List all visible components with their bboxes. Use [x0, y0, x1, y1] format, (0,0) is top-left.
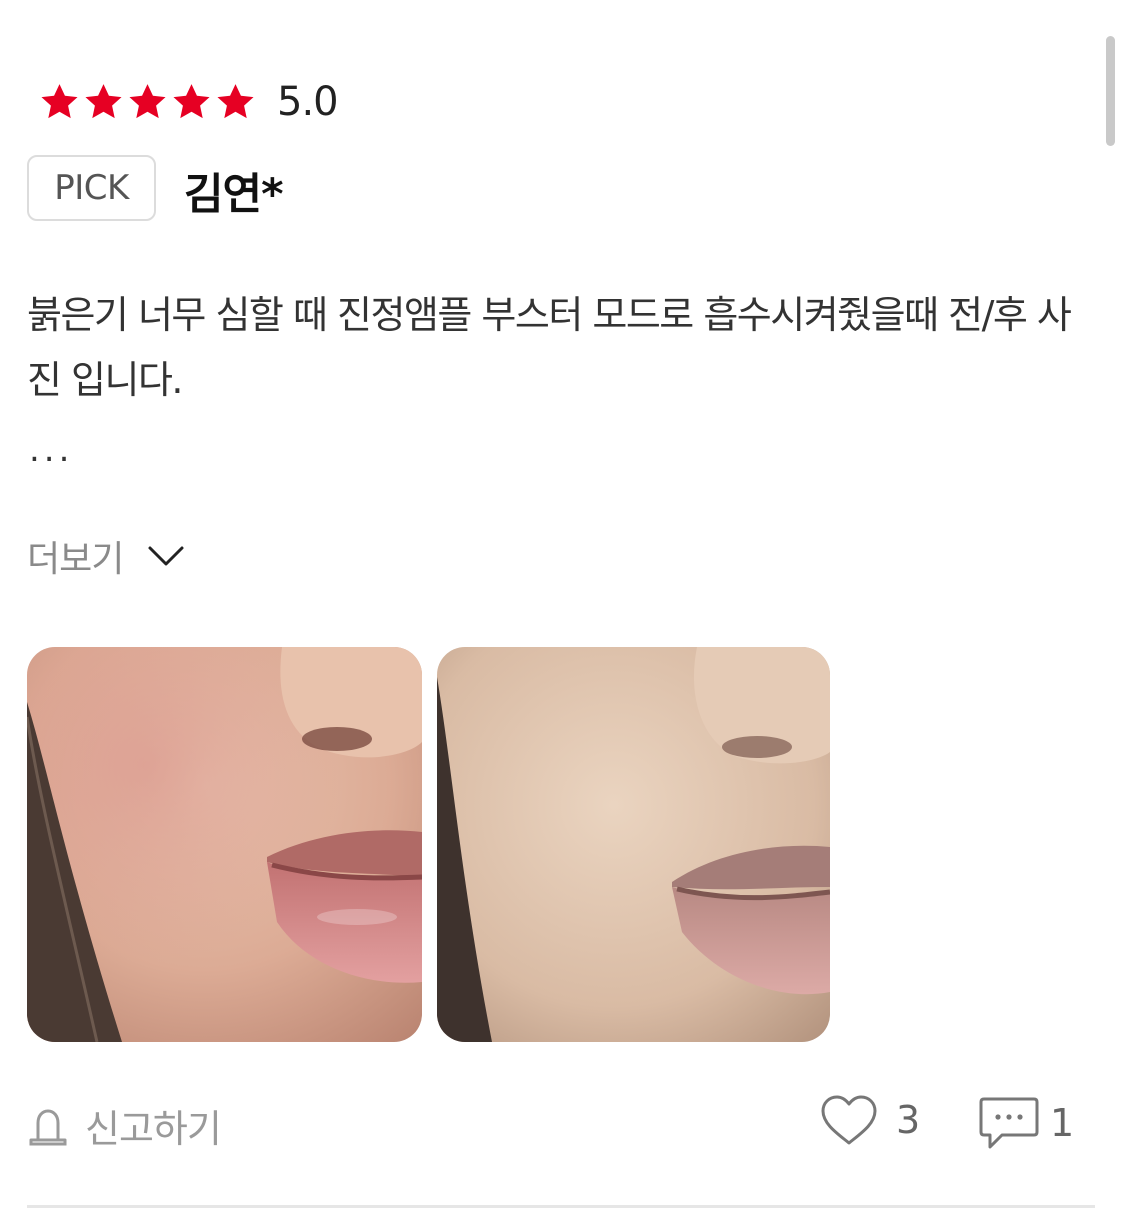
truncation-ellipsis: ... [29, 430, 74, 470]
report-button[interactable]: 신고하기 [27, 1098, 222, 1153]
before-photo[interactable] [27, 647, 422, 1042]
like-count: 3 [896, 1098, 921, 1142]
comment-count: 1 [1050, 1101, 1075, 1145]
like-button[interactable]: 3 [820, 1094, 920, 1146]
author-name: 김연* [184, 170, 284, 220]
bell-icon [27, 1105, 69, 1147]
comment-icon [978, 1094, 1040, 1152]
rating-score: 5.0 [277, 79, 339, 125]
star-icon [170, 81, 213, 123]
rating-row: 5.0 [38, 76, 339, 128]
pick-badge: PICK [27, 155, 156, 221]
review-text: 붉은기 너무 심할 때 진정앰플 부스터 모드로 흡수시켜줬을때 전/후 사진 … [27, 293, 1072, 402]
star-icon [38, 81, 81, 123]
divider [27, 1205, 1095, 1208]
more-button[interactable]: 더보기 [27, 530, 185, 582]
more-label: 더보기 [27, 539, 124, 580]
report-label: 신고하기 [85, 1107, 222, 1151]
star-icon [214, 81, 257, 123]
scrollbar[interactable] [1106, 36, 1115, 146]
star-icon [82, 81, 125, 123]
after-photo[interactable] [437, 647, 830, 1042]
heart-icon [820, 1094, 878, 1146]
comment-button[interactable]: 1 [978, 1094, 1074, 1152]
chevron-down-icon [148, 546, 184, 566]
star-icon [126, 81, 169, 123]
star-rating [38, 81, 257, 123]
